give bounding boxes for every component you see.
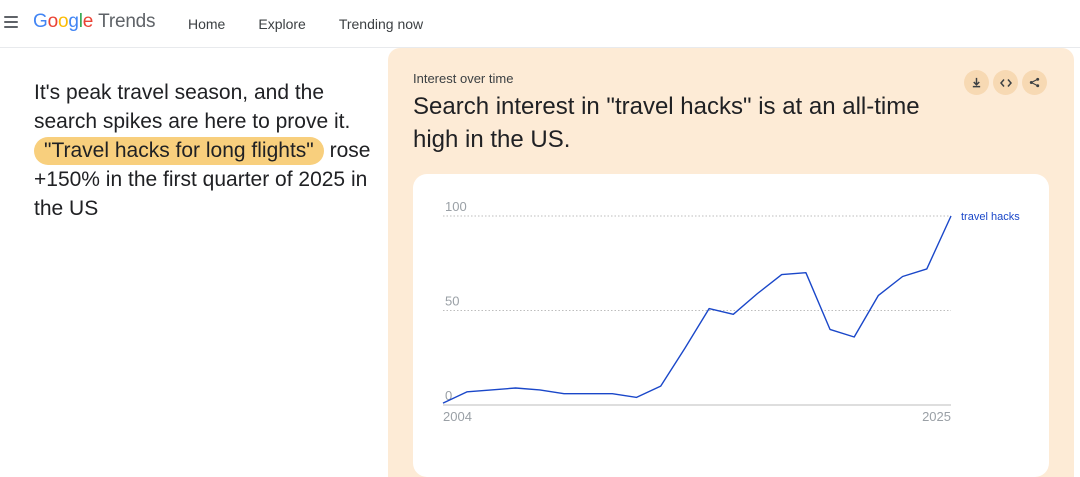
nav-home[interactable]: Home (188, 16, 225, 32)
y-tick-label: 100 (445, 199, 467, 214)
top-bar: Google Trends Home Explore Trending now (0, 0, 1080, 48)
nav-explore[interactable]: Explore (258, 16, 305, 32)
intro-text: It's peak travel season, and the search … (34, 78, 379, 223)
embed-button[interactable] (993, 70, 1018, 95)
embed-code-icon (999, 78, 1012, 87)
intro-text-before: It's peak travel season, and the search … (34, 81, 351, 133)
hamburger-menu-icon[interactable] (4, 16, 18, 28)
google-trends-logo[interactable]: Google Trends (33, 11, 156, 33)
interest-line-chart: 1005002004 2025travel hacks (442, 199, 1020, 424)
download-icon (972, 77, 981, 88)
panel-label: Interest over time (413, 71, 514, 86)
series-label: travel hacks (961, 211, 1020, 223)
chart-card: 100 50 0 2004 2025 travel hacks (413, 174, 1049, 477)
download-button[interactable] (964, 70, 989, 95)
main-nav: Home Explore Trending now (188, 16, 456, 32)
share-button[interactable] (1022, 70, 1047, 95)
logo-trends-text: Trends (98, 11, 156, 32)
nav-trending-now[interactable]: Trending now (339, 16, 423, 32)
series-line (442, 215, 952, 404)
panel-title: Search interest in "travel hacks" is at … (413, 93, 920, 153)
highlight-query[interactable]: "Travel hacks for long flights" (34, 137, 324, 165)
interest-over-time-panel: Interest over time Search interest in "t… (388, 48, 1074, 477)
x-tick-label: 2004 (443, 409, 472, 424)
panel-actions (964, 70, 1047, 95)
y-tick-label: 50 (445, 294, 459, 309)
x-tick-label: 2025 (922, 409, 951, 424)
share-icon (1029, 77, 1040, 88)
